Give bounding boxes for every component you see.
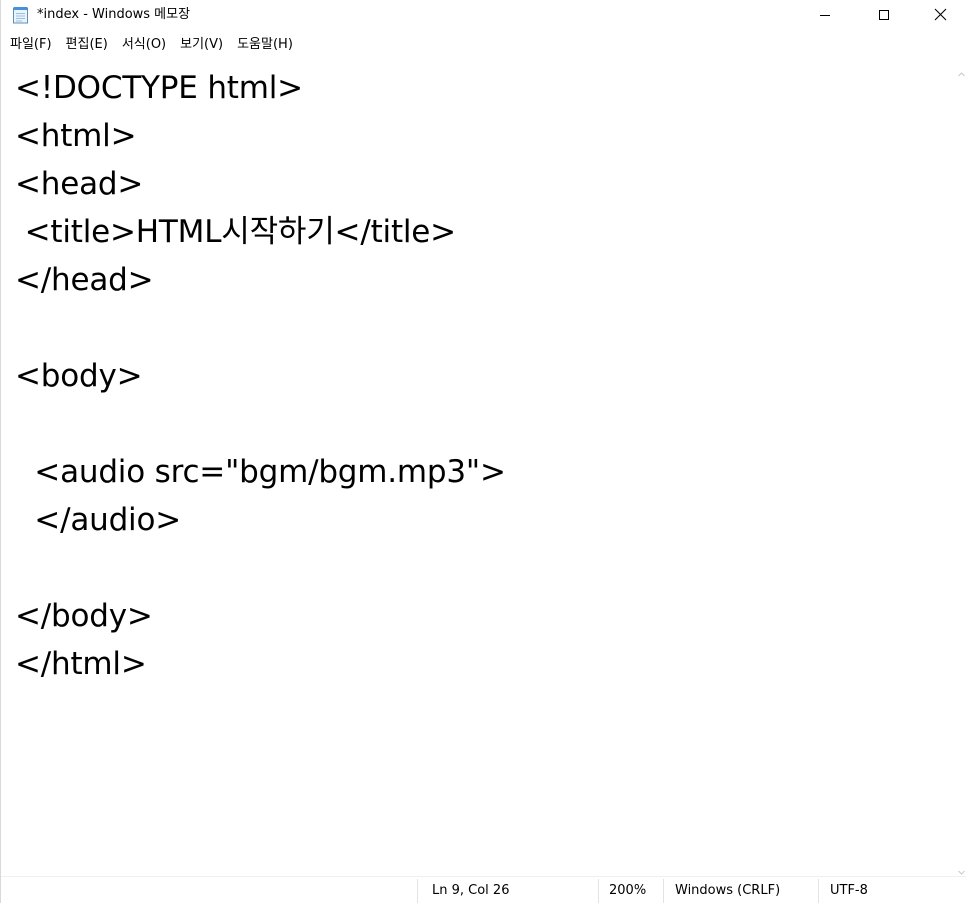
status-line-ending: Windows (CRLF): [675, 883, 781, 898]
status-cursor-position: Ln 9, Col 26: [432, 883, 510, 898]
editor-line: </audio>: [15, 502, 182, 538]
scroll-down-arrow-icon[interactable]: [957, 862, 966, 875]
status-divider: [663, 879, 664, 903]
text-editor[interactable]: <!DOCTYPE html> <html> <head> <title>HTM…: [1, 60, 959, 876]
menu-bar: 파일(F) 편집(E) 서식(O) 보기(V) 도움말(H): [1, 34, 966, 56]
status-bar: Ln 9, Col 26 200% Windows (CRLF) UTF-8: [1, 876, 966, 903]
status-encoding: UTF-8: [830, 883, 868, 898]
close-button[interactable]: [913, 0, 966, 30]
status-divider: [417, 879, 418, 903]
menu-edit[interactable]: 편집(E): [59, 35, 115, 55]
minimize-icon: [819, 6, 831, 25]
editor-line: <audio src="bgm/bgm.mp3">: [15, 454, 506, 490]
maximize-icon: [878, 6, 890, 25]
editor-line: <body>: [15, 358, 143, 394]
editor-line: </html>: [15, 646, 147, 682]
status-zoom: 200%: [609, 883, 647, 898]
editor-line: <html>: [15, 118, 137, 154]
window-title: *index - Windows 메모장: [37, 7, 191, 22]
notepad-window: *index - Windows 메모장 파일(F) 편집(E) 서식(O) 보…: [0, 0, 966, 903]
menu-help[interactable]: 도움말(H): [230, 35, 300, 55]
editor-line: <!DOCTYPE html>: [15, 70, 303, 106]
status-divider: [818, 879, 819, 903]
menu-view[interactable]: 보기(V): [173, 35, 230, 55]
status-divider: [598, 879, 599, 903]
editor-line: <title>HTML시작하기</title>: [15, 214, 457, 250]
notepad-icon: [12, 6, 29, 24]
editor-line: </body>: [15, 598, 153, 634]
scroll-up-arrow-icon[interactable]: [957, 64, 966, 77]
minimize-button[interactable]: [795, 0, 855, 30]
editor-line: <head>: [15, 166, 144, 202]
title-bar[interactable]: *index - Windows 메모장: [1, 0, 966, 31]
close-icon: [934, 6, 947, 25]
menu-file[interactable]: 파일(F): [3, 35, 59, 55]
menu-format[interactable]: 서식(O): [115, 35, 173, 55]
maximize-button[interactable]: [854, 0, 914, 30]
editor-line: </head>: [15, 262, 154, 298]
